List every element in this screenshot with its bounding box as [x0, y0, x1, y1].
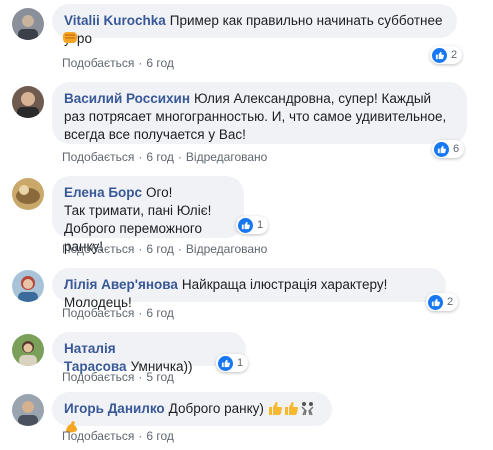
like-reaction-icon — [218, 355, 233, 371]
like-link[interactable]: Подобається — [62, 370, 134, 384]
timestamp[interactable]: 6 год — [146, 306, 174, 320]
like-link[interactable]: Подобається — [62, 242, 134, 256]
reaction-count[interactable]: 6 — [432, 140, 465, 158]
like-reaction-icon — [432, 47, 447, 63]
timestamp[interactable]: 6 год — [146, 242, 174, 256]
comment-author[interactable]: Vitalii Kurochka — [64, 13, 166, 28]
thumbs-up-emoji-icon — [284, 401, 299, 416]
comment-author[interactable]: Игорь Данилко — [64, 401, 165, 416]
comment-actions: Подобається · 6 год · Відредаговано — [62, 242, 268, 256]
timestamp[interactable]: 6 год — [146, 429, 174, 443]
comment-author[interactable]: Лілія Авер'янова — [64, 277, 178, 292]
reaction-count[interactable]: 1 — [216, 354, 249, 372]
reaction-count-value: 1 — [237, 357, 244, 369]
like-link[interactable]: Подобається — [62, 306, 134, 320]
reaction-count-value: 1 — [257, 219, 264, 231]
avatar[interactable] — [12, 178, 44, 210]
reaction-count[interactable]: 2 — [426, 293, 459, 311]
avatar[interactable] — [12, 8, 44, 40]
reaction-count-value: 6 — [453, 143, 460, 155]
comment-author[interactable]: Василий Россихин — [64, 91, 190, 106]
like-link[interactable]: Подобається — [62, 429, 134, 443]
comment-bubble: Vitalii Kurochka Пример как правильно нач… — [52, 4, 457, 46]
edited-label[interactable]: Відредаговано — [186, 242, 267, 256]
dancers-emoji-icon — [300, 401, 315, 416]
timestamp[interactable]: 5 год — [146, 370, 174, 384]
comment-actions: Подобається · 5 год — [62, 370, 174, 384]
like-link[interactable]: Подобається — [62, 56, 134, 70]
comment-actions: Подобається · 6 год · Відредаговано — [62, 150, 268, 164]
comment-bubble: Лілія Авер'янова Найкраща ілюстрація хара… — [52, 268, 446, 310]
avatar[interactable] — [12, 270, 44, 302]
thumbs-up-emoji-icon — [268, 401, 283, 416]
timestamp[interactable]: 6 год — [146, 56, 174, 70]
avatar[interactable] — [12, 334, 44, 366]
comment-bubble: Елена Борс Ого! Так тримати, пані Юліє! Д… — [52, 176, 244, 254]
comment-actions: Подобається · 6 год — [62, 56, 174, 70]
like-reaction-icon — [238, 217, 253, 233]
reaction-count[interactable]: 1 — [236, 216, 269, 234]
comment-actions: Подобається · 6 год — [62, 306, 174, 320]
avatar[interactable] — [12, 86, 44, 118]
reaction-count-value: 2 — [451, 49, 458, 61]
reaction-count-value: 2 — [447, 296, 454, 308]
reaction-count[interactable]: 2 — [430, 46, 463, 64]
avatar[interactable] — [12, 394, 44, 426]
comment-text-line-1: Ого! — [146, 185, 173, 200]
comment-text-line-2: Так тримати, пані Юліє! — [64, 203, 212, 218]
like-reaction-icon — [428, 294, 443, 310]
comment-text: Доброго ранку) — [168, 401, 264, 416]
comment-actions: Подобається · 6 год — [62, 429, 174, 443]
comment-bubble: Игорь Данилко Доброго ранку) — [52, 392, 332, 433]
comment-author[interactable]: Елена Борс — [64, 185, 142, 200]
comment-bubble: Василий Россихин Юлия Александровна, супе… — [52, 82, 467, 144]
like-reaction-icon — [434, 141, 449, 157]
timestamp[interactable]: 6 год — [146, 150, 174, 164]
fist-emoji-icon — [62, 28, 78, 49]
edited-label[interactable]: Відредаговано — [186, 150, 267, 164]
like-link[interactable]: Подобається — [62, 150, 134, 164]
